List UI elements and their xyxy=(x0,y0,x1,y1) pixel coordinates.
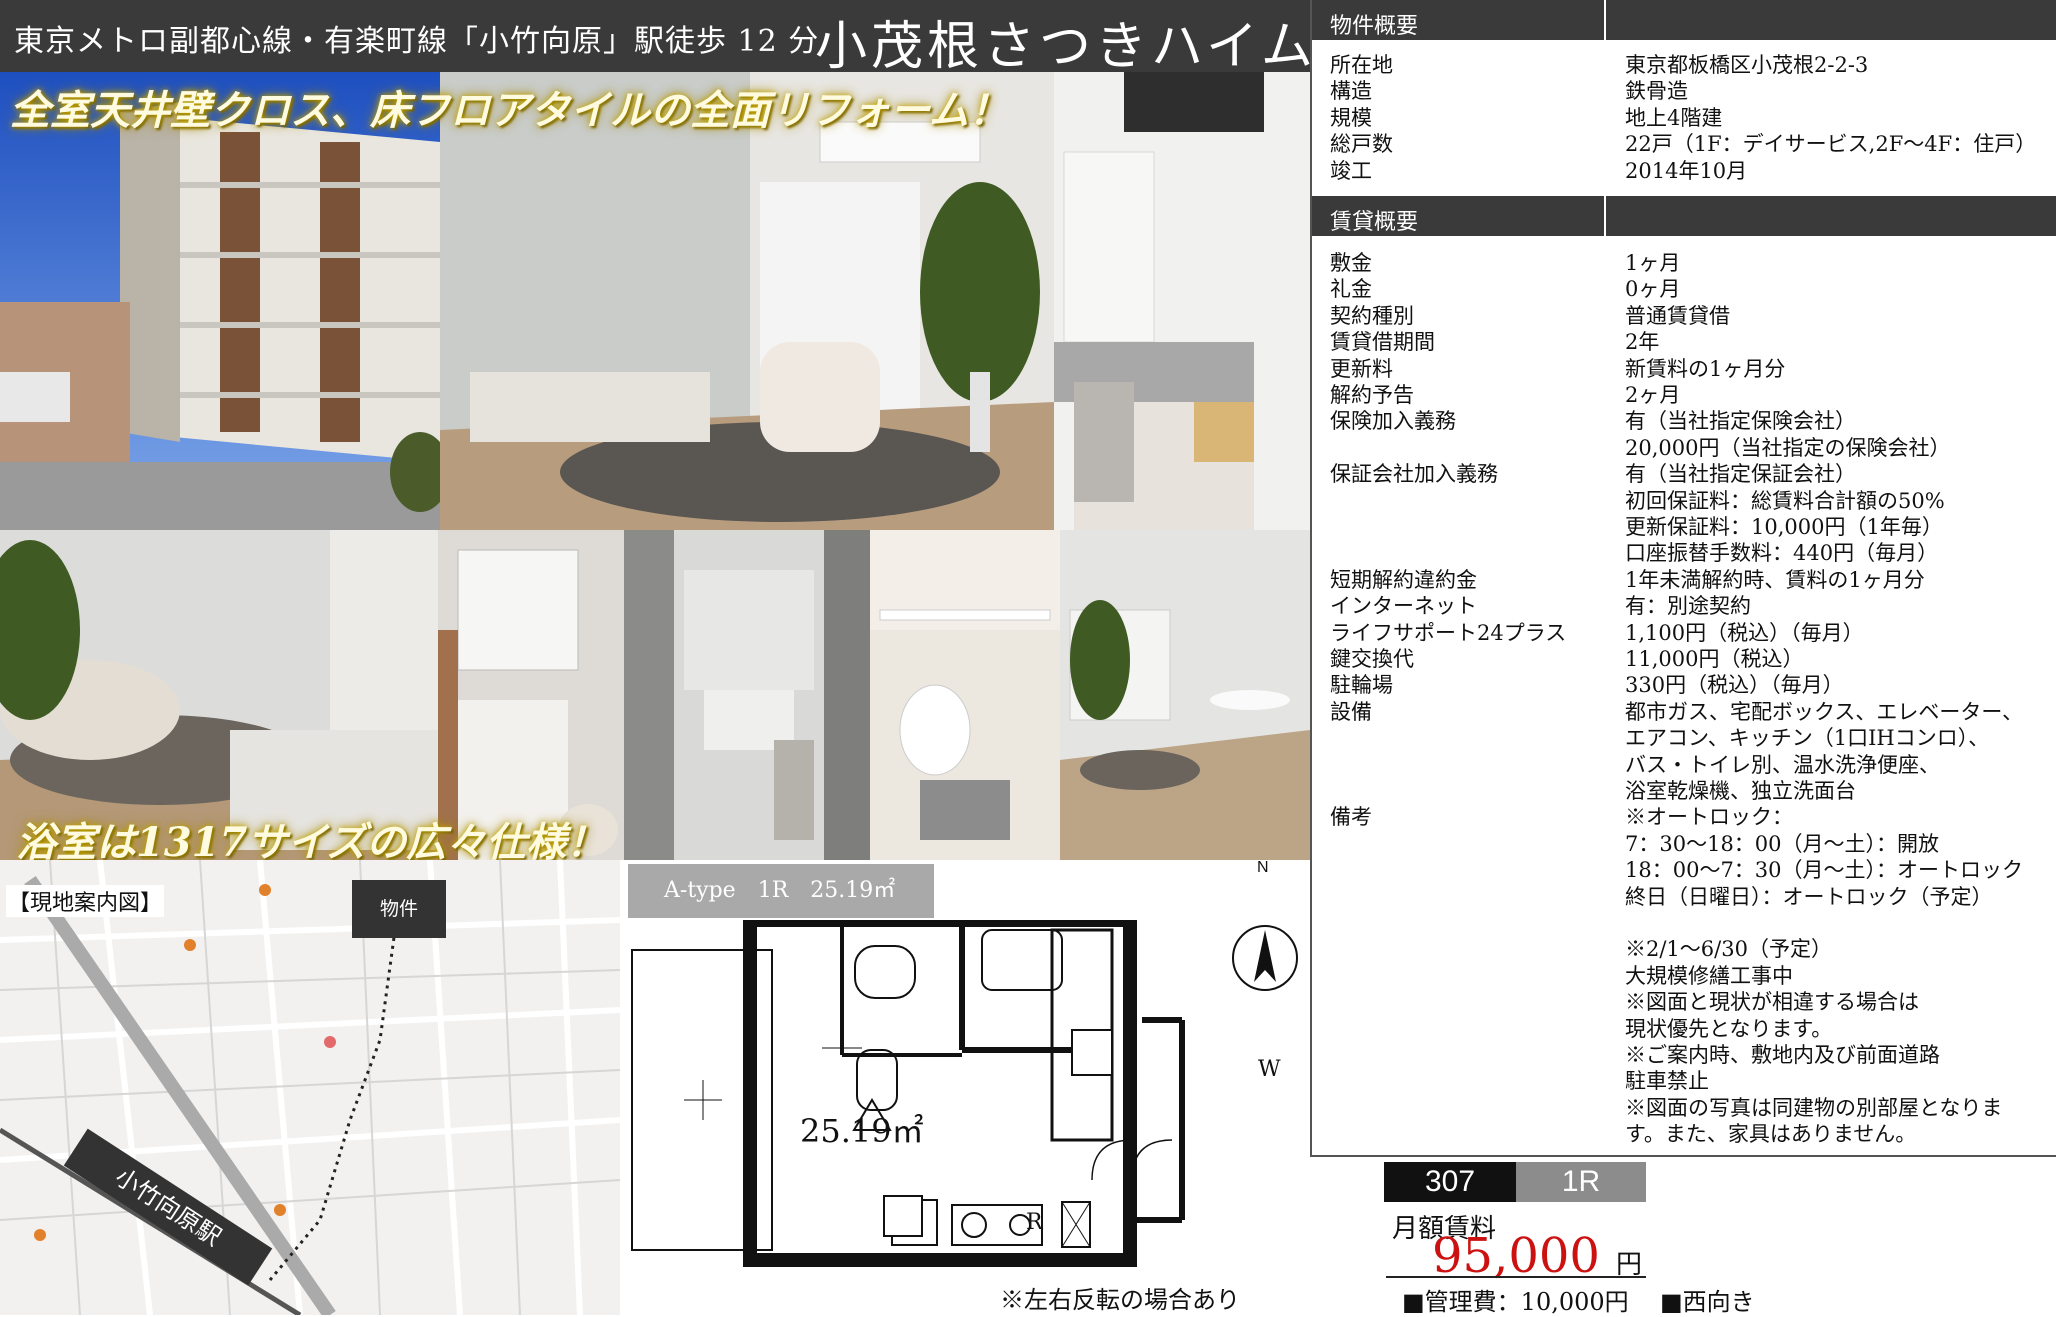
rental-value: 現状優先となります。 xyxy=(1625,1016,1833,1041)
photo-caption-top: 全室天井壁クロス、床フロアタイルの全面リフォーム！ xyxy=(10,87,1009,134)
map-property-marker: 物件 xyxy=(352,880,446,938)
rental-label: 解約予告 xyxy=(1330,383,1414,407)
station-access-text: 東京メトロ副都心線・有楽町線「小竹向原」駅徒歩 12 分 xyxy=(14,24,820,59)
rental-value: 有（当社指定保証会社） xyxy=(1625,462,1856,487)
rental-value: 新賃料の1ヶ月分 xyxy=(1625,356,1786,381)
location-map xyxy=(0,860,620,1315)
property-info-panel: 物件概要 所在地 東京都板橋区小茂根2-2-3 構造 鉄骨造 規模 地上4階建 … xyxy=(1310,0,2056,1157)
floor-plan xyxy=(622,913,1312,1275)
overview-label: 規模 xyxy=(1330,105,1372,130)
north-label: N xyxy=(1257,859,1269,876)
rental-value: 終日（日曜日）：オートロック（予定） xyxy=(1625,884,1993,909)
room-type: 1R xyxy=(1516,1162,1646,1202)
floor-plan-note: ※左右反転の場合あり xyxy=(1000,1286,1240,1314)
rental-label: 鍵交換代 xyxy=(1330,647,1414,671)
overview-label: 総戸数 xyxy=(1330,132,1393,157)
map-title: 【現地案内図】 xyxy=(6,885,165,917)
property-overview-table: 所在地 東京都板橋区小茂根2-2-3 構造 鉄骨造 規模 地上4階建 総戸数 2… xyxy=(1312,40,2056,190)
rental-value: 駐車禁止 xyxy=(1625,1069,1709,1094)
rent-underline xyxy=(1386,1276,1646,1278)
bath-marker: W xyxy=(1258,1057,1281,1082)
rental-value: 初回保証料：総賃料合計額の50% xyxy=(1625,488,1945,513)
rental-value: 11,000円（税込） xyxy=(1625,647,1804,671)
rental-overview-title: 賃貸概要 xyxy=(1330,210,1419,235)
management-fee: ■管理費：10,000円 xyxy=(1402,1288,1629,1316)
rental-label: 短期解約違約金 xyxy=(1330,567,1477,592)
kitchen-photo xyxy=(1054,72,1310,530)
rental-label: 礼金 xyxy=(1330,277,1372,302)
rental-value: 都市ガス、宅配ボックス、エレベーター、 xyxy=(1625,699,2024,724)
overview-value: 東京都板橋区小茂根2-2-3 xyxy=(1625,53,1869,77)
rental-value: 有：別途契約 xyxy=(1625,594,1751,619)
overview-value: 地上4階建 xyxy=(1625,105,1723,130)
rental-value: 口座振替手数料：440円（毎月） xyxy=(1625,541,1939,566)
rental-value: 0ヶ月 xyxy=(1625,277,1681,302)
rental-value: エアコン、キッチン（1口IHコンロ）、 xyxy=(1625,726,1990,751)
overview-label: 竣工 xyxy=(1330,158,1372,183)
rental-overview-table: 敷金 1ヶ月礼金 0ヶ月契約種別 普通賃貸借賃貸借期間 2年更新料 新賃料の1ヶ月分解約予… xyxy=(1312,236,2056,1146)
rental-value: 有（当社指定保険会社） xyxy=(1625,409,1856,434)
overview-value: 2014年10月 xyxy=(1625,158,1748,183)
living-room-photo xyxy=(440,72,1054,530)
floor-plan-area: 25.19㎡ xyxy=(800,1112,924,1150)
rental-label: 保証会社加入義務 xyxy=(1330,462,1498,487)
rental-value: ※ご案内時、敷地内及び前面道路 xyxy=(1625,1043,1940,1067)
rental-value: 浴室乾燥機、独立洗面台 xyxy=(1625,779,1856,803)
rental-label: 更新料 xyxy=(1330,356,1393,381)
property-overview-header: 物件概要 xyxy=(1312,0,2056,40)
rental-value: ※2/1～6/30（予定） xyxy=(1625,937,1832,962)
rental-overview-header: 賃貸概要 xyxy=(1312,196,2056,236)
fridge-marker: R xyxy=(1026,1210,1043,1235)
rental-value: ※図面と現状が相違する場合は xyxy=(1625,990,1919,1015)
rental-value: 18：00～7：30（月～土）：オートロック xyxy=(1625,858,2024,883)
property-name: 小茂根さつきハイム xyxy=(815,17,1317,77)
rental-value: 2ヶ月 xyxy=(1625,383,1681,407)
room-photo-3 xyxy=(1060,530,1310,860)
rental-value: 1,100円（税込）（毎月） xyxy=(1625,620,1864,645)
exterior-photo xyxy=(0,72,440,530)
rental-label: 備考 xyxy=(1330,805,1372,830)
overview-label: 構造 xyxy=(1330,79,1372,104)
property-overview-title: 物件概要 xyxy=(1330,14,1419,39)
rental-label: インターネット xyxy=(1330,594,1477,619)
rental-value: 20,000円（当社指定の保険会社） xyxy=(1625,435,1951,460)
rental-label: 賃貸借期間 xyxy=(1330,330,1435,355)
rental-value: 2年 xyxy=(1625,330,1660,355)
overview-value: 22戸（1F：デイサービス,2F～4F：住戸） xyxy=(1625,132,2037,157)
rental-label: 駐輪場 xyxy=(1330,673,1393,698)
rental-value: 大規模修繕工事中 xyxy=(1625,963,1793,988)
rental-label: 保険加入義務 xyxy=(1330,409,1456,434)
rental-label: ライフサポート24プラス xyxy=(1330,620,1567,645)
rental-label: 契約種別 xyxy=(1330,303,1414,328)
rental-value: 7：30～18：00（月～土）：開放 xyxy=(1625,831,1940,856)
overview-value: 鉄骨造 xyxy=(1625,79,1688,104)
overview-label: 所在地 xyxy=(1330,53,1393,77)
header-bar: 東京メトロ副都心線・有楽町線「小竹向原」駅徒歩 12 分 小茂根さつきハイム xyxy=(0,0,1313,77)
rental-value: す。また、家具はありません。 xyxy=(1625,1122,1917,1147)
floor-plan-type-label: A-type 1R 25.19㎡ xyxy=(628,864,934,918)
bathroom-photo xyxy=(624,530,870,860)
rental-value: 更新保証料：10,000円（1年毎） xyxy=(1625,515,1943,539)
toilet-photo xyxy=(870,530,1060,860)
rental-value: バス・トイレ別、温水洗浄便座、 xyxy=(1625,752,1940,777)
rental-value: ※図面の写真は同建物の別部屋となりま xyxy=(1625,1095,2003,1120)
rental-value: 330円（税込）（毎月） xyxy=(1625,673,1844,698)
rental-label: 設備 xyxy=(1330,699,1372,724)
room-number: 307 xyxy=(1384,1162,1516,1202)
rental-value: 普通賃貸借 xyxy=(1625,303,1730,328)
rental-label: 敷金 xyxy=(1330,251,1372,275)
rental-value: 1年未満解約時、賃料の1ヶ月分 xyxy=(1625,567,1925,592)
rental-value: 1ヶ月 xyxy=(1625,251,1681,275)
rental-value: ※オートロック： xyxy=(1625,805,1793,830)
facing-direction: ■西向き xyxy=(1660,1288,1755,1316)
